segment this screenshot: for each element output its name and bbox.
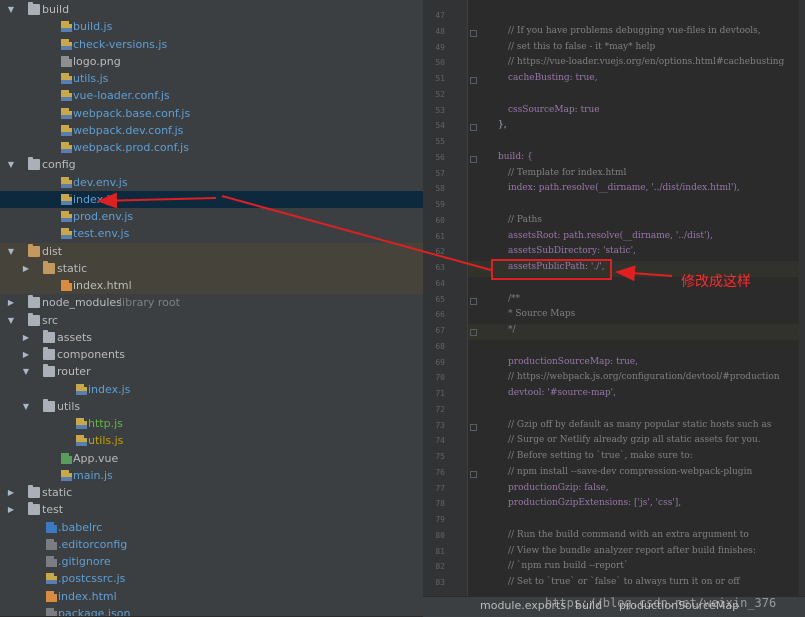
connector-line bbox=[221, 195, 492, 271]
arrow-to-index-js bbox=[97, 192, 217, 209]
annotation-arrows bbox=[97, 192, 673, 282]
arrow-to-highlight-box bbox=[615, 265, 673, 282]
